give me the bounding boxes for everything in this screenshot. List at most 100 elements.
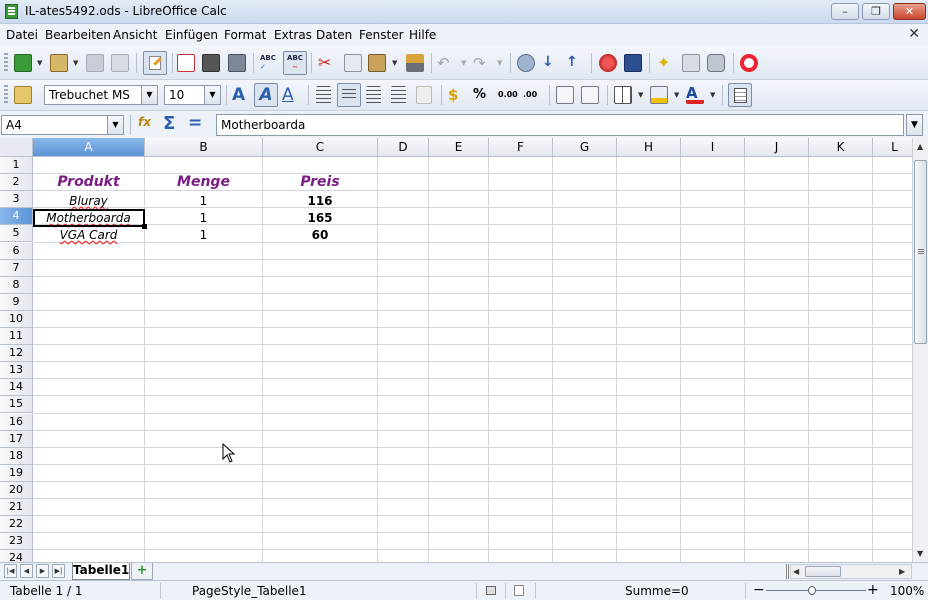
spreadsheet-grid[interactable]: ABCDEFGHIJKL 1 2 3 4 5 6 7 8 9 10 11 12 13 14 15 16 17 18…: [0, 138, 912, 562]
row-header[interactable]: 8: [0, 276, 33, 294]
column-header[interactable]: J: [745, 138, 809, 157]
row-header[interactable]: 11: [0, 328, 33, 346]
align-left-icon[interactable]: [316, 86, 331, 104]
cell-c5[interactable]: 60: [263, 228, 377, 242]
row-header[interactable]: 10: [0, 310, 33, 328]
zoom-slider-handle[interactable]: [808, 586, 816, 595]
chart-icon[interactable]: [599, 54, 617, 72]
menu-datei[interactable]: Datei: [6, 28, 38, 42]
zoom-level[interactable]: 100%: [890, 584, 924, 598]
next-sheet-icon[interactable]: ▶: [36, 564, 49, 578]
name-box[interactable]: A4 ▼: [1, 115, 124, 135]
row-header[interactable]: 14: [0, 379, 33, 397]
zoom-out-button[interactable]: −: [753, 582, 765, 598]
row-header[interactable]: 20: [0, 481, 33, 499]
header-cell-preis[interactable]: Preis: [263, 174, 377, 190]
autospellcheck-icon[interactable]: ABC ~: [283, 51, 307, 75]
bold-icon[interactable]: A: [232, 86, 250, 104]
background-color-icon[interactable]: [650, 86, 668, 104]
chevron-down-icon[interactable]: ▼: [710, 91, 716, 99]
underline-icon[interactable]: A: [282, 86, 300, 104]
row-header[interactable]: 21: [0, 499, 33, 517]
font-color-icon[interactable]: A: [686, 86, 704, 104]
page-style[interactable]: PageStyle_Tabelle1: [192, 584, 307, 598]
sort-descending-icon[interactable]: ↑: [566, 54, 584, 72]
row-header[interactable]: 16: [0, 413, 33, 431]
sheet-tab-tabelle1[interactable]: Tabelle1: [72, 563, 130, 580]
scroll-right-icon[interactable]: ▶: [899, 567, 905, 576]
scroll-down-icon[interactable]: ▼: [917, 549, 923, 558]
menu-bearbeiten[interactable]: Bearbeiten: [45, 28, 111, 42]
row-header[interactable]: 6: [0, 242, 33, 260]
horizontal-scrollbar[interactable]: ◀ ▶: [790, 564, 912, 579]
chevron-down-icon[interactable]: ▼: [107, 116, 123, 134]
decrease-indent-icon[interactable]: [556, 86, 574, 104]
sum-icon[interactable]: Σ: [163, 113, 179, 134]
row-header[interactable]: 17: [0, 430, 33, 448]
edit-file-icon[interactable]: [143, 51, 167, 75]
sort-ascending-icon[interactable]: ↓: [542, 54, 560, 72]
cut-icon[interactable]: ✂: [318, 54, 336, 72]
align-center-icon[interactable]: [337, 83, 361, 107]
select-all-corner[interactable]: [0, 138, 33, 157]
chevron-down-icon[interactable]: ▼: [141, 86, 157, 104]
pivot-table-icon[interactable]: [624, 54, 642, 72]
clone-formatting-icon[interactable]: [406, 54, 424, 72]
copy-icon[interactable]: [344, 54, 362, 72]
close-document-button[interactable]: ✕: [908, 26, 920, 42]
column-header[interactable]: H: [617, 138, 681, 157]
horizontal-scroll-thumb[interactable]: [805, 566, 841, 577]
chevron-down-icon[interactable]: ▼: [461, 59, 467, 67]
print-preview-icon[interactable]: [228, 54, 246, 72]
vertical-scrollbar[interactable]: ▲ ▼: [912, 138, 928, 562]
row-header[interactable]: 23: [0, 533, 33, 551]
scroll-left-icon[interactable]: ◀: [793, 567, 799, 576]
scroll-up-icon[interactable]: ▲: [917, 142, 923, 151]
email-icon[interactable]: [111, 54, 129, 72]
selection-mode-icon[interactable]: [486, 586, 496, 595]
percent-icon[interactable]: %: [473, 86, 491, 104]
first-sheet-icon[interactable]: |◀: [4, 564, 17, 578]
column-header[interactable]: G: [553, 138, 617, 157]
font-name-combo[interactable]: Trebuchet MS ▼: [44, 85, 158, 105]
vertical-scroll-thumb[interactable]: [914, 160, 927, 344]
close-button[interactable]: ✕: [893, 3, 926, 20]
row-header[interactable]: 13: [0, 362, 33, 380]
chevron-down-icon[interactable]: ▼: [37, 59, 43, 67]
header-cell-produkt[interactable]: Produkt: [33, 174, 144, 190]
italic-icon[interactable]: A: [254, 83, 278, 107]
gallery-icon[interactable]: [682, 54, 700, 72]
cell-b4[interactable]: 1: [145, 211, 262, 225]
borders-icon[interactable]: [614, 86, 632, 104]
add-decimal-icon[interactable]: .00: [523, 86, 541, 104]
navigator-icon[interactable]: ✦: [657, 54, 675, 72]
row-header[interactable]: 24: [0, 550, 33, 562]
toggle-grid-icon[interactable]: [728, 83, 752, 107]
number-format-icon[interactable]: 0.00: [498, 86, 518, 104]
function-icon[interactable]: =: [188, 113, 204, 133]
increase-indent-icon[interactable]: [581, 86, 599, 104]
new-document-icon[interactable]: [14, 54, 32, 72]
menu-fenster[interactable]: Fenster: [359, 28, 404, 42]
cell-a5[interactable]: VGA Card: [33, 228, 144, 242]
zoom-slider[interactable]: [766, 590, 866, 591]
row-header[interactable]: 4: [0, 208, 33, 226]
data-sources-icon[interactable]: [707, 54, 725, 72]
hyperlink-icon[interactable]: [517, 54, 535, 72]
row-header[interactable]: 2: [0, 174, 33, 192]
previous-sheet-icon[interactable]: ◀: [20, 564, 33, 578]
column-header[interactable]: F: [489, 138, 553, 157]
menu-ansicht[interactable]: Ansicht: [113, 28, 157, 42]
row-header[interactable]: 7: [0, 259, 33, 277]
print-icon[interactable]: [202, 54, 220, 72]
row-header[interactable]: 18: [0, 447, 33, 465]
chevron-down-icon[interactable]: ▼: [392, 59, 398, 67]
toolbar-grip[interactable]: [4, 85, 8, 105]
add-sheet-button[interactable]: +: [131, 563, 153, 580]
font-size-combo[interactable]: 10 ▼: [164, 85, 221, 105]
row-header[interactable]: 12: [0, 345, 33, 363]
help-icon[interactable]: [740, 54, 758, 72]
justify-icon[interactable]: [391, 86, 406, 104]
column-header[interactable]: I: [681, 138, 745, 157]
chevron-down-icon[interactable]: ▼: [73, 59, 79, 67]
